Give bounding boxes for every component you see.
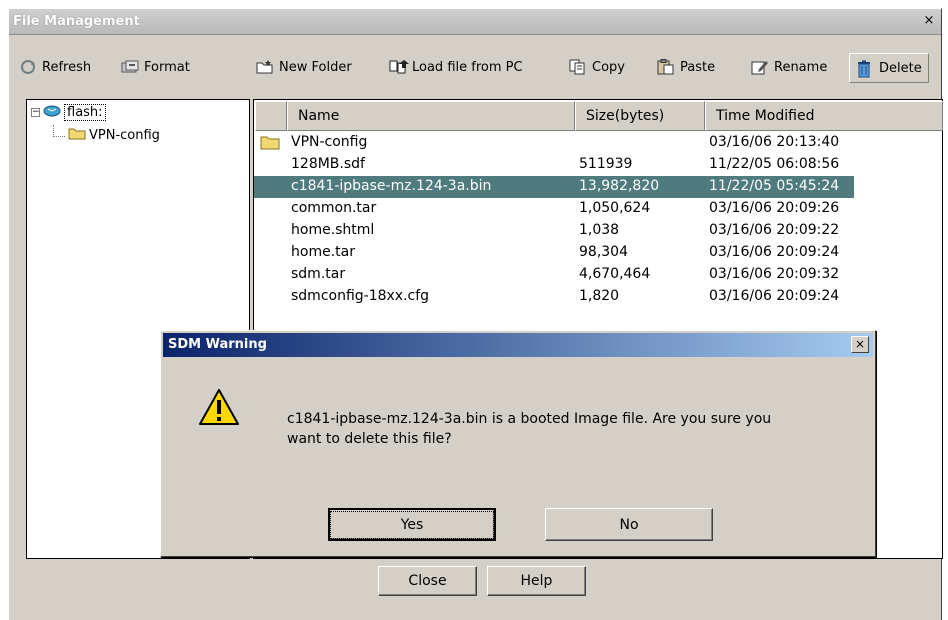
tree-item-flash[interactable]: − flash: <box>31 104 106 121</box>
tree-item-vpn-config[interactable]: VPN-config <box>53 125 160 144</box>
yes-button-label: Yes <box>329 510 495 539</box>
table-row[interactable]: sdmconfig-18xx.cfg 1,820 03/16/06 20:09:24 <box>286 286 926 308</box>
column-header-time[interactable]: Time Modified <box>705 101 943 131</box>
delete-button[interactable]: Delete <box>849 53 929 83</box>
cell-name: sdmconfig-18xx.cfg <box>291 288 430 304</box>
table-row[interactable]: 128MB.sdf 511939 11/22/05 06:08:56 <box>286 154 926 176</box>
help-button[interactable]: Help <box>487 566 586 596</box>
refresh-label: Refresh <box>42 59 92 75</box>
toolbar: Refresh Format New Folder Load file from… <box>9 35 941 95</box>
dialog-titlebar: SDM Warning × <box>163 333 873 357</box>
refresh-icon <box>19 59 37 75</box>
dialog-message: c1841-ipbase-mz.124-3a.bin is a booted I… <box>287 409 847 449</box>
dialog-close-button[interactable]: × <box>851 336 869 353</box>
cell-name: home.shtml <box>291 222 375 238</box>
cell-size: 98,304 <box>579 244 628 260</box>
cell-time: 03/16/06 20:09:32 <box>709 266 840 282</box>
load-file-button[interactable]: Load file from PC <box>389 55 523 79</box>
cell-size: 511939 <box>579 156 633 172</box>
cell-size: 13,982,820 <box>579 178 660 194</box>
table-row[interactable]: home.tar 98,304 03/16/06 20:09:24 <box>286 242 926 264</box>
cell-time: 11/22/05 05:45:24 <box>709 178 840 194</box>
cell-time: 03/16/06 20:09:26 <box>709 200 840 216</box>
cell-name: sdm.tar <box>291 266 346 282</box>
cell-time: 03/16/06 20:09:22 <box>709 222 840 238</box>
router-icon <box>43 105 61 121</box>
dialog-message-line1: c1841-ipbase-mz.124-3a.bin is a booted I… <box>287 411 772 427</box>
table-row[interactable]: VPN-config 03/16/06 20:13:40 <box>260 132 926 154</box>
copy-icon <box>569 59 587 75</box>
load-file-icon <box>389 59 409 75</box>
collapse-icon[interactable]: − <box>31 108 40 117</box>
format-label: Format <box>144 59 190 75</box>
table-row[interactable]: home.shtml 1,038 03/16/06 20:09:22 <box>286 220 926 242</box>
cell-size: 1,820 <box>579 288 620 304</box>
copy-button[interactable]: Copy <box>569 55 625 79</box>
sdm-warning-dialog: SDM Warning × c1841-ipbase-mz.124-3a.bin… <box>160 330 876 557</box>
window-title: File Management <box>13 14 140 29</box>
rename-icon <box>751 59 769 75</box>
paste-label: Paste <box>680 59 716 75</box>
cell-name: 128MB.sdf <box>291 156 365 172</box>
cell-name: common.tar <box>291 200 377 216</box>
new-folder-icon <box>256 59 274 75</box>
folder-icon <box>260 134 280 154</box>
rename-button[interactable]: Rename <box>751 55 827 79</box>
close-button[interactable]: Close <box>378 566 477 596</box>
tree-label-vpn-config: VPN-config <box>89 127 160 143</box>
delete-label: Delete <box>879 60 922 76</box>
cell-time: 11/22/05 06:08:56 <box>709 156 840 172</box>
column-header-name[interactable]: Name <box>287 101 575 131</box>
cell-time: 03/16/06 20:09:24 <box>709 244 840 260</box>
cell-name: home.tar <box>291 244 355 260</box>
yes-button[interactable]: Yes <box>328 508 496 541</box>
cell-size: 1,038 <box>579 222 620 238</box>
new-folder-label: New Folder <box>279 59 352 75</box>
table-row[interactable]: common.tar 1,050,624 03/16/06 20:09:26 <box>286 198 926 220</box>
table-row[interactable]: sdm.tar 4,670,464 03/16/06 20:09:32 <box>286 264 926 286</box>
rename-label: Rename <box>774 59 828 75</box>
paste-icon <box>657 59 675 75</box>
copy-label: Copy <box>592 59 625 75</box>
dialog-title: SDM Warning <box>168 337 267 352</box>
window-close-button[interactable]: × <box>921 13 937 29</box>
no-button[interactable]: No <box>545 508 713 541</box>
file-management-window: File Management × Refresh Format New Fol… <box>8 8 943 620</box>
cell-size: 4,670,464 <box>579 266 651 282</box>
cell-name: c1841-ipbase-mz.124-3a.bin <box>291 178 492 194</box>
table-row[interactable]: c1841-ipbase-mz.124-3a.bin 13,982,820 11/2… <box>254 176 854 198</box>
format-button[interactable]: Format <box>121 55 190 79</box>
tree-label-flash: flash: <box>64 104 106 121</box>
cell-time: 03/16/06 20:09:24 <box>709 288 840 304</box>
window-titlebar: File Management × <box>9 9 941 35</box>
tree-connector <box>53 125 65 137</box>
warning-icon <box>198 388 240 430</box>
folder-icon <box>68 126 86 144</box>
column-header-size[interactable]: Size(bytes) <box>575 101 705 131</box>
cell-name: VPN-config <box>291 134 368 150</box>
column-header-icon[interactable] <box>255 101 287 131</box>
dialog-message-line2: want to delete this file? <box>287 431 452 447</box>
cell-time: 03/16/06 20:13:40 <box>709 134 840 150</box>
trash-icon <box>856 60 874 78</box>
format-icon <box>121 59 139 75</box>
paste-button[interactable]: Paste <box>657 55 715 79</box>
new-folder-button[interactable]: New Folder <box>256 55 352 79</box>
load-file-label: Load file from PC <box>412 59 523 75</box>
cell-size: 1,050,624 <box>579 200 651 216</box>
refresh-button[interactable]: Refresh <box>19 55 91 79</box>
